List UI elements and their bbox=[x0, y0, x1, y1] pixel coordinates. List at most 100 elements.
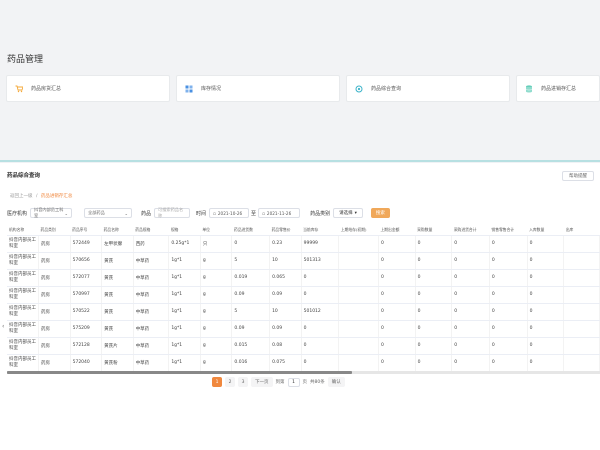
table-cell: 药房 bbox=[38, 286, 71, 304]
table-cell: 0 bbox=[415, 269, 453, 287]
table-cell: 0 bbox=[415, 303, 453, 321]
chevron-left-icon[interactable]: ‹ bbox=[2, 323, 4, 330]
card-inventory[interactable]: 库存情况 bbox=[176, 75, 340, 102]
table-cell: 0 bbox=[527, 320, 565, 338]
page-2-button[interactable]: 2 bbox=[225, 377, 235, 387]
table-cell bbox=[338, 252, 379, 270]
table-cell: 0 bbox=[489, 235, 528, 253]
table-cell: 药房 bbox=[38, 354, 71, 372]
cart-icon bbox=[15, 85, 23, 93]
category-label: 药品类别 bbox=[310, 210, 331, 217]
table-cell: 0 bbox=[451, 286, 490, 304]
table-cell: 572449 bbox=[70, 235, 103, 253]
table-cell: 10 bbox=[269, 252, 302, 270]
breadcrumb: 返回上一级 / 药品进销存汇总 bbox=[10, 193, 72, 199]
goto-prefix: 到第 bbox=[275, 380, 285, 385]
table-cell: 572077 bbox=[70, 269, 103, 287]
table-cell: 0 bbox=[378, 269, 416, 287]
card-drug-query[interactable]: 药品综合查询 bbox=[346, 75, 510, 102]
table-cell: 0 bbox=[527, 354, 565, 372]
card-label: 药品进销存汇总 bbox=[541, 86, 577, 92]
breadcrumb-back[interactable]: 返回上一级 bbox=[10, 194, 33, 199]
table-cell: 0 bbox=[527, 303, 565, 321]
goto-page-input[interactable]: 1 bbox=[287, 377, 300, 387]
table-row[interactable]: 抖音内部员工科室 药房 572077 黄芪 中草药 1g*1 g 0.019 0.065 0 0 0 0… bbox=[7, 269, 600, 287]
table-cell: 0 bbox=[415, 252, 453, 270]
page-title: 药品管理 bbox=[7, 55, 44, 65]
table-cell: 抖音内部员工科室 bbox=[7, 354, 40, 372]
table-cell: 左甲状腺 bbox=[101, 235, 134, 253]
scrollbar-thumb[interactable] bbox=[7, 371, 352, 374]
table-row[interactable]: 抖音内部员工科室 药房 570656 黄芪 中草药 1g*1 g 5 10 501313 0 0 0 0 0 bbox=[7, 252, 600, 270]
table-cell: g bbox=[200, 252, 233, 270]
calendar-icon: ▫ bbox=[262, 210, 265, 216]
search-button[interactable]: 搜索 bbox=[370, 208, 390, 218]
horizontal-scrollbar[interactable] bbox=[7, 371, 600, 374]
table-cell: g bbox=[200, 303, 233, 321]
column-header: 当前库存 bbox=[301, 225, 339, 236]
page-1-button[interactable]: 1 bbox=[212, 377, 222, 387]
page-3-button[interactable]: 3 bbox=[238, 377, 248, 387]
table-cell: 0 bbox=[451, 252, 490, 270]
table-cell bbox=[338, 320, 379, 338]
card-drug-summary[interactable]: 药品房货汇总 bbox=[6, 75, 170, 102]
table-cell: 黄芪 bbox=[101, 269, 134, 287]
table-cell: g bbox=[200, 320, 233, 338]
table-cell bbox=[563, 286, 600, 304]
table-cell: 0 bbox=[378, 235, 416, 253]
table-cell: 抖音内部员工科室 bbox=[7, 337, 40, 355]
table-cell: 0 bbox=[489, 286, 528, 304]
table-cell bbox=[563, 354, 600, 372]
query-panel: 药品综合查询 帮助提醒 返回上一级 / 药品进销存汇总 医疗机构 抖音内部员工科… bbox=[0, 163, 600, 450]
table-cell: 0 bbox=[451, 337, 490, 355]
table-row[interactable]: 抖音内部员工科室 药房 572128 黄芪片 中草药 1g*1 g 0.015 0.08 0 0 0 0… bbox=[7, 337, 600, 355]
table-cell: 药房 bbox=[38, 320, 71, 338]
table-cell: 0 bbox=[451, 269, 490, 287]
table-cell bbox=[563, 269, 600, 287]
grid-icon bbox=[185, 85, 193, 93]
confirm-button[interactable]: 确认 bbox=[327, 377, 345, 387]
table-cell: 抖音内部员工科室 bbox=[7, 286, 40, 304]
table-row[interactable]: 抖音内部员工科室 药房 575209 黄芪 中草药 1g*1 g 0.09 0.09 0 0 0 0 0 0 bbox=[7, 320, 600, 338]
table-cell: 0.065 bbox=[269, 269, 302, 287]
table-cell: 0 bbox=[527, 286, 565, 304]
help-button[interactable]: 帮助提醒 bbox=[562, 171, 594, 181]
card-stock-summary[interactable]: 药品进销存汇总 bbox=[516, 75, 600, 102]
table-cell: 1g*1 bbox=[168, 286, 201, 304]
column-header: 药品规格 bbox=[133, 225, 169, 236]
date-end-value: 2021-11-26 bbox=[266, 210, 292, 216]
table-cell: 0 bbox=[451, 320, 490, 338]
card-label: 药品房货汇总 bbox=[31, 86, 62, 92]
drug-table: 机构名称 药品类别 药品序号 药品名称 药品规格 规格 单位 药品进货数 药品零售价 当前库存 上期… bbox=[7, 225, 600, 373]
next-page-button[interactable]: 下一页 bbox=[251, 377, 273, 387]
panel-title: 药品综合查询 bbox=[7, 173, 41, 179]
table-cell: 570656 bbox=[70, 252, 103, 270]
table-cell: 0 bbox=[489, 303, 528, 321]
table-cell: 0 bbox=[415, 235, 453, 253]
table-cell: 0 bbox=[378, 320, 416, 338]
category-dropdown[interactable]: 请选择 ▾ bbox=[333, 208, 363, 218]
drug-search-input[interactable]: 可搜索药品名称 bbox=[154, 207, 191, 218]
table-cell: g bbox=[200, 337, 233, 355]
date-start-input[interactable]: ▫ 2021-10-26 bbox=[209, 208, 250, 218]
time-label: 时间 bbox=[196, 210, 207, 217]
column-header: 入库数量 bbox=[527, 225, 564, 236]
table-row[interactable]: 抖音内部员工科室 药房 570522 黄芪 中草药 1g*1 g 5 10 501012 0 0 0 0 0 bbox=[7, 303, 600, 321]
table-cell: 1g*1 bbox=[168, 337, 201, 355]
table-row[interactable]: 抖音内部员工科室 药房 570997 黄芪 中草药 1g*1 g 0.09 0.09 0 0 0 0 0 0 bbox=[7, 286, 600, 304]
table-row[interactable]: 抖音内部员工科室 药房 572449 左甲状腺 西药 0.25g*1 只 0 0.23 99999… bbox=[7, 235, 600, 253]
type-select[interactable]: 全部药品 ⌄ bbox=[84, 208, 133, 218]
column-header: 机构名称 bbox=[7, 225, 39, 236]
department-select[interactable]: 抖音内部员工科室 ⌄ bbox=[30, 207, 73, 218]
table-cell: 0 bbox=[301, 337, 340, 355]
drug-placeholder: 可搜索药品名称 bbox=[158, 207, 184, 218]
table-cell: 0.25g*1 bbox=[168, 235, 201, 253]
table-cell: 99999 bbox=[301, 235, 340, 253]
table-cell: 0 bbox=[415, 354, 453, 372]
table-cell bbox=[338, 303, 379, 321]
table-row[interactable]: 抖音内部员工科室 药房 572040 黄芪粉 中草药 1g*1 g 0.016 0.075 0 0 0… bbox=[7, 354, 600, 372]
date-end-input[interactable]: ▫ 2021-11-26 bbox=[258, 208, 301, 218]
table-cell bbox=[338, 286, 379, 304]
table-cell: 1g*1 bbox=[168, 269, 201, 287]
table-cell: 0 bbox=[301, 320, 340, 338]
